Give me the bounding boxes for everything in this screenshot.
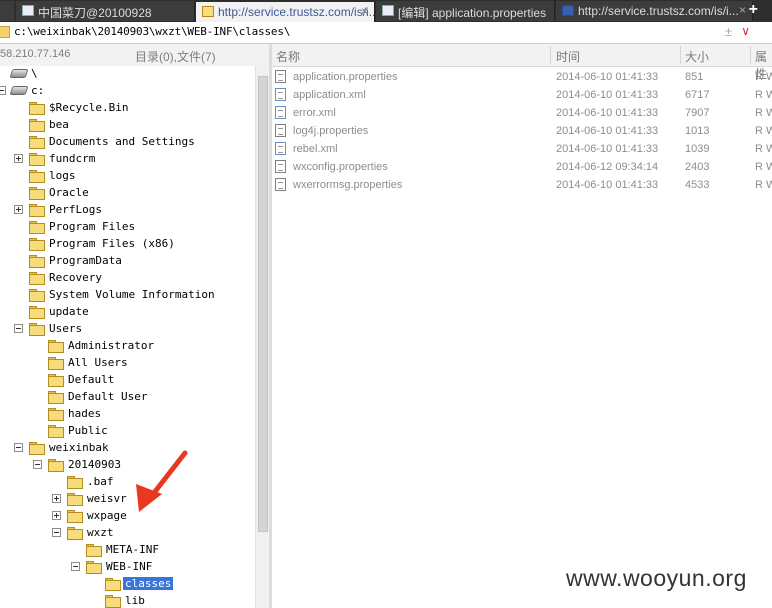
annotation-arrow	[136, 450, 188, 512]
watermark: www.wooyun.org	[566, 565, 747, 591]
arrow-shaft	[147, 450, 188, 501]
